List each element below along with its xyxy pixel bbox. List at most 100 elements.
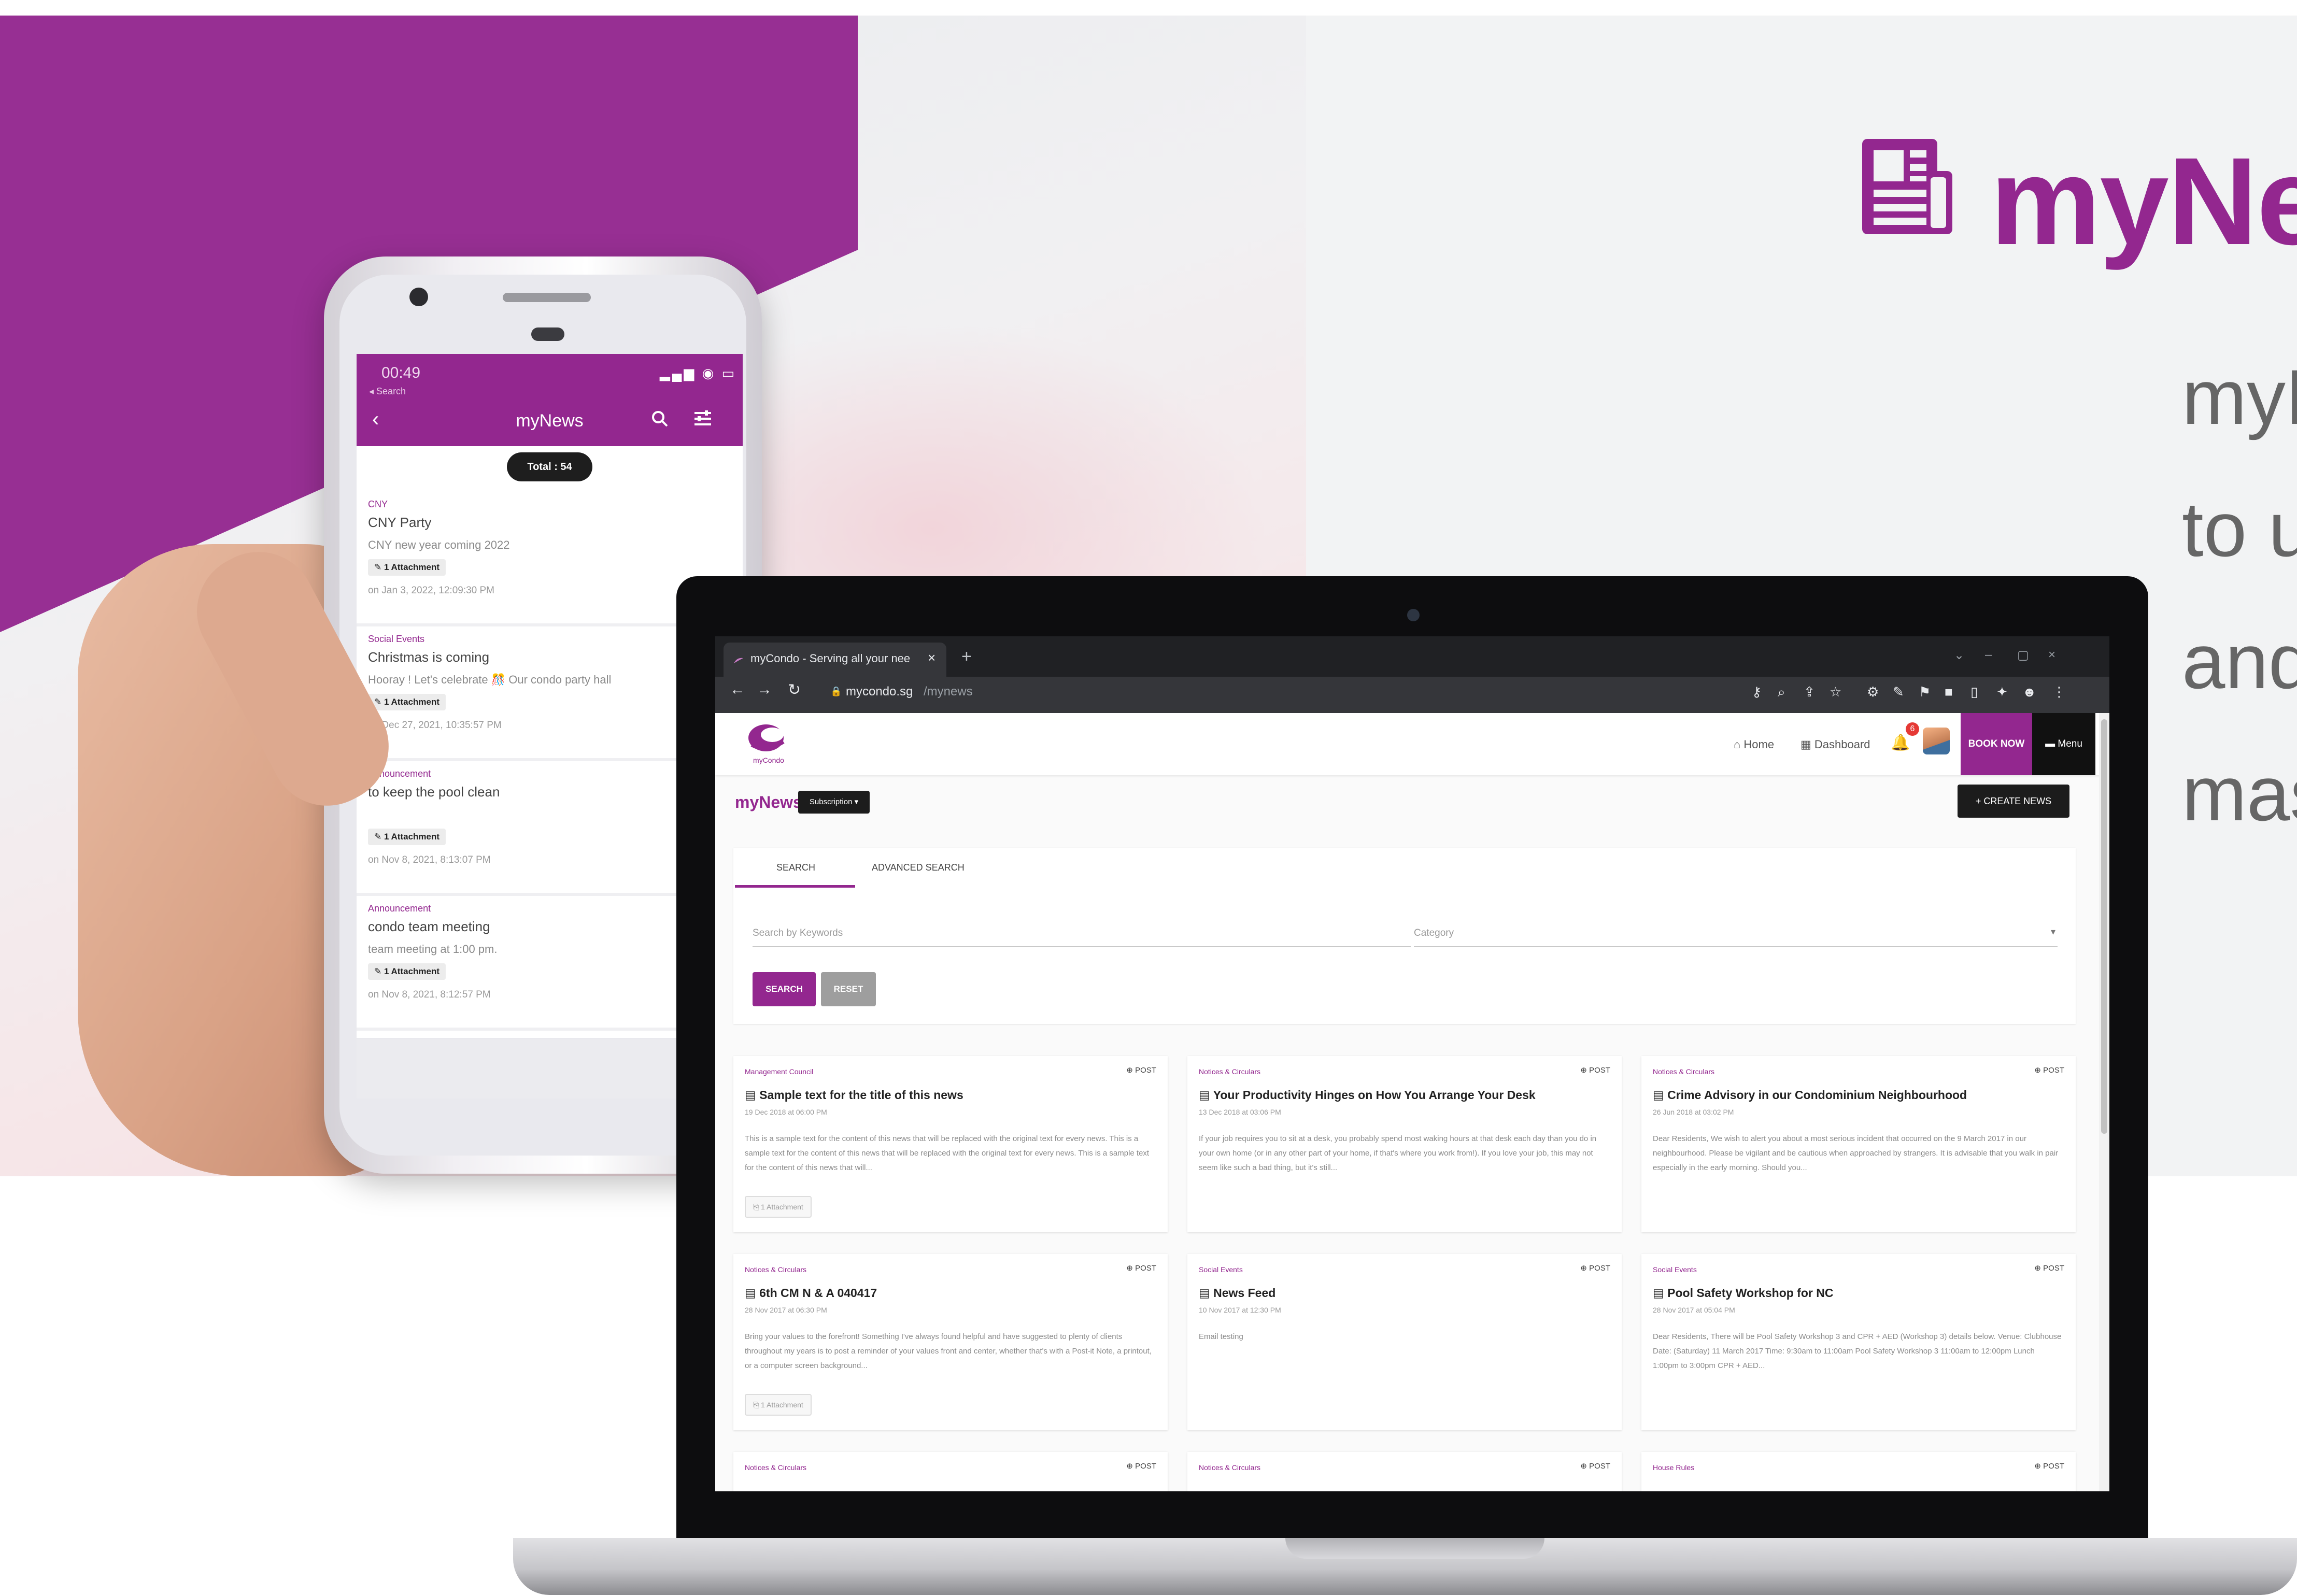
create-news-button[interactable]: + CREATE NEWS <box>1958 785 2069 818</box>
news-card[interactable]: Notices & Circulars ⊕ POST ▤ Crime Advisor… <box>1641 1056 2076 1232</box>
phone-app-title: myNews <box>516 411 584 431</box>
news-card[interactable]: Management Council ⊕ POST ▤ Sample text fo… <box>733 1056 1168 1232</box>
key-icon[interactable]: ⚷ <box>1752 684 1762 700</box>
extension-icon[interactable]: ✎ <box>1893 684 1904 700</box>
phone-item-subtitle: team meeting at 1:00 pm. <box>368 943 498 956</box>
url-path[interactable]: /mynews <box>924 685 973 699</box>
card-title[interactable]: ▤ Crime Advisory in our Condominium Neig… <box>1653 1088 1967 1102</box>
forward-arrow-icon[interactable]: → <box>757 681 772 699</box>
page-title: myNews <box>735 793 802 811</box>
card-body: If your job requires you to sit at a des… <box>1199 1134 1597 1172</box>
reload-icon[interactable]: ↻ <box>788 681 801 699</box>
card-date: 28 Nov 2017 at 05:04 PM <box>1653 1306 1735 1314</box>
lock-icon[interactable]: 🔒 <box>830 686 842 697</box>
phone-sensor <box>531 327 564 341</box>
card-date: 28 Nov 2017 at 06:30 PM <box>745 1306 827 1314</box>
keywords-input[interactable]: Search by Keywords <box>753 920 1411 947</box>
card-title[interactable]: ▤ News Feed <box>1199 1286 1275 1300</box>
post-indicator: ⊕ POST <box>1126 1264 1156 1273</box>
news-card[interactable]: Notices & Circulars ⊕ POST <box>1187 1452 1622 1491</box>
news-card[interactable]: Notices & Circulars ⊕ POST <box>733 1452 1168 1491</box>
avatar[interactable] <box>1923 728 1950 754</box>
profile-icon[interactable]: ☻ <box>2022 684 2036 700</box>
card-category: Notices & Circulars <box>745 1265 807 1274</box>
category-placeholder: Category <box>1414 928 1454 938</box>
star-icon[interactable]: ☆ <box>1830 684 1841 700</box>
card-attachment[interactable]: ⎘ 1 Attachment <box>745 1196 812 1218</box>
mycondo-logo[interactable]: myCondo <box>740 719 797 766</box>
phone-item-attachment[interactable]: ✎ 1 Attachment <box>368 829 446 845</box>
phone-item-attachment[interactable]: ✎ 1 Attachment <box>368 559 446 576</box>
puzzle-icon[interactable]: ✦ <box>1996 684 2008 700</box>
close-window-icon[interactable]: × <box>2048 648 2055 662</box>
phone-back-link[interactable]: ◂ Search <box>369 386 406 397</box>
menu-button[interactable]: ▬ Menu <box>2032 713 2095 775</box>
subscription-dropdown[interactable]: Subscription ▾ <box>798 791 870 814</box>
card-body: Dear Residents, We wish to alert you abo… <box>1653 1134 2059 1172</box>
card-title[interactable]: ▤ Your Productivity Hinges on How You Ar… <box>1199 1088 1536 1102</box>
news-card[interactable]: House Rules ⊕ POST <box>1641 1452 2076 1491</box>
home-nav-link[interactable]: ⌂ Home <box>1734 738 1774 751</box>
reset-button[interactable]: RESET <box>821 972 876 1006</box>
card-title-text: 6th CM N & A 040417 <box>759 1286 877 1300</box>
card-category: Notices & Circulars <box>745 1463 807 1472</box>
search-button[interactable]: SEARCH <box>753 972 816 1006</box>
card-category: House Rules <box>1653 1463 1695 1472</box>
phone-item-category: Social Events <box>368 634 425 644</box>
phone-item-title: CNY Party <box>368 515 432 530</box>
signal-wifi-battery-icon: ▂▄▆ ◉ ▭ <box>660 365 737 381</box>
card-attachment[interactable]: ⎘ 1 Attachment <box>745 1394 812 1416</box>
maximize-icon[interactable]: ▢ <box>2017 648 2029 663</box>
tab-search[interactable]: SEARCH <box>776 862 815 873</box>
news-card[interactable]: Social Events ⊕ POST ▤ News Feed 10 Nov 201… <box>1187 1254 1622 1430</box>
phone-time: 00:49 <box>381 364 421 381</box>
share-icon[interactable]: ⇪ <box>1804 684 1815 700</box>
phone-item-date: on Nov 8, 2021, 8:13:07 PM <box>368 854 491 865</box>
news-icon: ▤ <box>1199 1286 1214 1300</box>
url-host[interactable]: mycondo.sg <box>846 685 913 699</box>
post-indicator: ⊕ POST <box>1580 1066 1610 1075</box>
card-category: Notices & Circulars <box>1653 1067 1715 1076</box>
scrollbar-thumb[interactable] <box>2101 719 2107 1134</box>
zoom-icon[interactable]: ⌕ <box>1778 684 1785 701</box>
phone-item-attachment[interactable]: ✎ 1 Attachment <box>368 963 446 980</box>
book-now-button[interactable]: BOOK NOW <box>1961 713 2032 775</box>
paperclip-icon: ⎘ <box>753 1203 761 1211</box>
phone-item-date: on Jan 3, 2022, 12:09:30 PM <box>368 585 495 596</box>
card-attachment-label: 1 Attachment <box>761 1203 803 1211</box>
extension-icon[interactable]: ■ <box>1945 684 1953 700</box>
news-card[interactable]: Notices & Circulars ⊕ POST ▤ Your Producti… <box>1187 1056 1622 1232</box>
chevron-down-icon[interactable]: ⌄ <box>1954 648 1964 663</box>
home-nav-label: Home <box>1743 738 1775 751</box>
post-indicator: ⊕ POST <box>1580 1462 1610 1471</box>
phone-item-date: on Nov 8, 2021, 8:12:57 PM <box>368 989 491 1000</box>
new-tab-icon[interactable]: + <box>961 647 972 667</box>
total-count-badge: Total : 54 <box>507 452 592 481</box>
extension-icon[interactable]: ▯ <box>1970 684 1978 700</box>
tab-advanced-search[interactable]: ADVANCED SEARCH <box>872 862 965 873</box>
dashboard-nav-link[interactable]: ▦ Dashboard <box>1800 738 1870 751</box>
bell-icon[interactable]: 🔔 <box>1891 734 1910 752</box>
close-tab-icon[interactable]: × <box>928 650 935 666</box>
dashboard-icon: ▦ <box>1800 738 1814 751</box>
card-title[interactable]: ▤ Pool Safety Workshop for NC <box>1653 1286 1833 1300</box>
search-icon[interactable] <box>651 410 669 428</box>
kebab-menu-icon[interactable]: ⋮ <box>2052 684 2066 700</box>
phone-item-subtitle: CNY new year coming 2022 <box>368 538 510 551</box>
paperclip-icon: ⎘ <box>753 1401 761 1409</box>
news-card[interactable]: Social Events ⊕ POST ▤ Pool Safety Worksho… <box>1641 1254 2076 1430</box>
category-select[interactable]: Category ▾ <box>1414 920 2058 947</box>
card-title[interactable]: ▤ 6th CM N & A 040417 <box>745 1286 877 1300</box>
news-card[interactable]: Notices & Circulars ⊕ POST ▤ 6th CM N & A … <box>733 1254 1168 1430</box>
extension-icon[interactable]: ⚑ <box>1919 684 1931 700</box>
active-tab-indicator <box>735 885 855 888</box>
back-arrow-icon[interactable]: ← <box>730 681 745 699</box>
card-category: Social Events <box>1199 1265 1243 1274</box>
card-body: Email testing <box>1199 1332 1243 1341</box>
filter-icon[interactable] <box>693 410 712 428</box>
extension-icon[interactable]: ⚙ <box>1867 684 1879 700</box>
description-line-3: and <box>2182 618 2297 705</box>
minimize-icon[interactable]: – <box>1985 648 1992 662</box>
card-title[interactable]: ▤ Sample text for the title of this news <box>745 1088 963 1102</box>
phone-item-attachment[interactable]: ✎ 1 Attachment <box>368 694 446 710</box>
